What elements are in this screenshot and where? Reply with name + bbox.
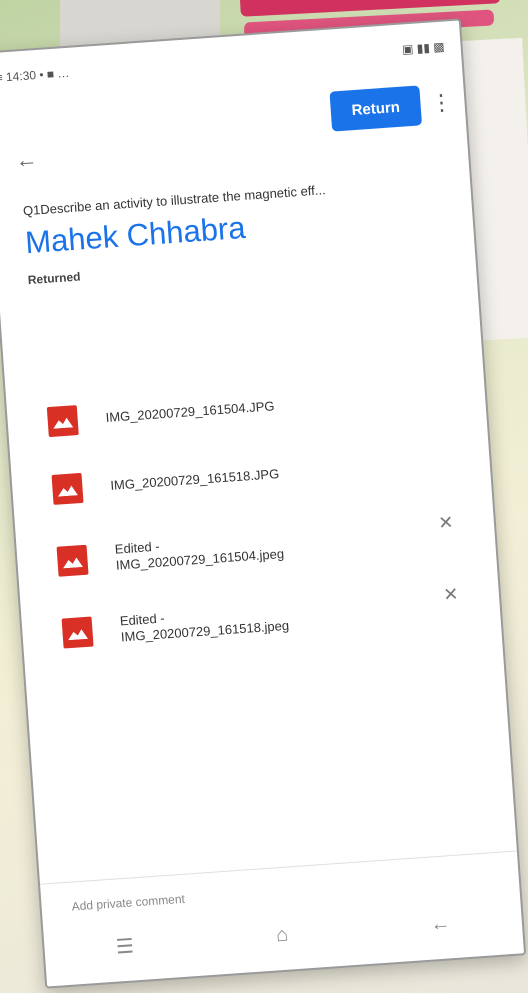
signal-icon: ≡ xyxy=(0,70,4,85)
notification-icons: • ■ … xyxy=(38,65,70,82)
attachment-name: IMG_20200729_161504.JPG xyxy=(105,398,275,426)
attachment-item[interactable]: IMG_20200729_161518.JPG xyxy=(51,440,453,512)
close-icon[interactable]: ✕ xyxy=(440,584,461,606)
attachment-name: IMG_20200729_161518.JPG xyxy=(109,466,280,493)
status-bar-right: ▣ ▮▮ ▩ xyxy=(402,40,446,63)
attachment-item[interactable]: Edited - IMG_20200729_161504.jpeg ✕ xyxy=(56,512,458,584)
image-file-icon xyxy=(46,405,79,438)
back-nav-icon[interactable]: ← xyxy=(430,912,452,936)
attachment-item[interactable]: IMG_20200729_161504.JPG xyxy=(46,372,448,444)
private-comment-input[interactable]: Add private comment xyxy=(71,879,371,914)
close-icon[interactable]: ✕ xyxy=(435,512,456,534)
status-bar-left: ≡ 14:30 • ■ … xyxy=(0,66,70,91)
image-file-icon xyxy=(61,616,94,649)
home-icon[interactable]: ⌂ xyxy=(275,923,289,947)
attachment-name: Edited - IMG_20200729_161504.jpeg xyxy=(114,538,285,573)
student-name: Mahek Chhabra xyxy=(24,209,247,261)
attachment-item[interactable]: Edited - IMG_20200729_161518.jpeg ✕ xyxy=(61,584,463,656)
image-file-icon xyxy=(51,472,84,505)
phone-screen: ≡ 14:30 • ■ … ▣ ▮▮ ▩ Return ⋮ ← Q1Descri… xyxy=(0,18,527,989)
more-vert-icon[interactable]: ⋮ xyxy=(430,89,454,116)
menu-icon[interactable]: ☰ xyxy=(115,933,135,959)
submission-status: Returned xyxy=(27,269,81,288)
divider xyxy=(40,850,517,885)
arrow-back-icon[interactable]: ← xyxy=(15,146,39,173)
image-file-icon xyxy=(56,544,89,577)
battery-icon: ▣ ▮▮ ▩ xyxy=(401,39,446,57)
attachment-name: Edited - IMG_20200729_161518.jpeg xyxy=(119,610,290,645)
status-time: 14:30 xyxy=(5,68,37,85)
return-button[interactable]: Return xyxy=(329,85,423,132)
